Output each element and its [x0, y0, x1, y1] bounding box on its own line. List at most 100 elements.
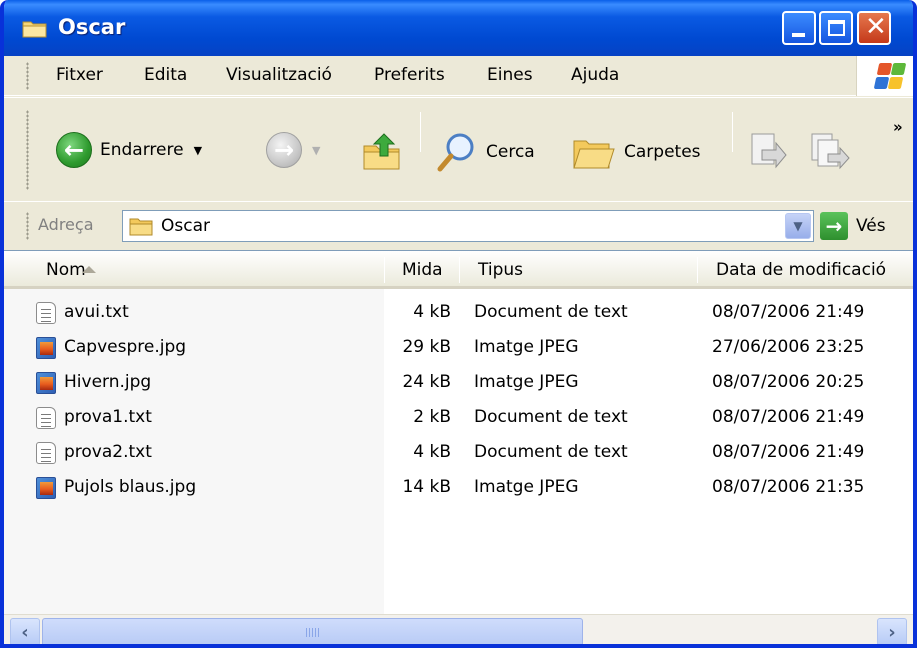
scrollbar-thumb[interactable]	[42, 618, 583, 644]
jpeg-image-icon	[36, 337, 56, 359]
file-size: 2 kB	[413, 407, 451, 427]
copy-to-icon[interactable]	[808, 130, 852, 172]
list-item[interactable]: Pujols blaus.jpg 14 kB Imatge JPEG 08/07…	[4, 471, 913, 504]
text-file-icon	[36, 407, 56, 429]
toolbar-separator	[732, 112, 733, 152]
go-button[interactable]: → Vés	[820, 212, 886, 240]
list-item[interactable]: prova1.txt 2 kB Document de text 08/07/2…	[4, 401, 913, 434]
file-size: 4 kB	[413, 302, 451, 322]
list-item[interactable]: Capvespre.jpg 29 kB Imatge JPEG 27/06/20…	[4, 331, 913, 364]
file-name: avui.txt	[64, 302, 129, 322]
file-size: 29 kB	[402, 337, 451, 357]
file-date: 08/07/2006 21:49	[712, 407, 865, 427]
address-label: Adreça	[38, 215, 94, 234]
horizontal-scrollbar[interactable]: ‹ ›	[4, 614, 913, 644]
go-label: Vés	[856, 216, 886, 236]
search-icon	[437, 133, 474, 172]
file-type: Imatge JPEG	[474, 337, 579, 357]
search-label: Cerca	[486, 142, 535, 162]
explorer-window: Oscar ✕ Fitxer Edita Visualització Prefe…	[0, 0, 917, 648]
menu-fitxer[interactable]: Fitxer	[56, 65, 103, 85]
file-type: Document de text	[474, 442, 628, 462]
file-name: Pujols blaus.jpg	[64, 477, 197, 497]
file-name: prova2.txt	[64, 442, 152, 462]
file-size: 4 kB	[413, 442, 451, 462]
address-dropdown-button[interactable]: ▼	[785, 213, 811, 239]
toolbar-grip[interactable]	[26, 110, 29, 190]
file-name: Capvespre.jpg	[64, 337, 187, 357]
menu-ajuda[interactable]: Ajuda	[571, 65, 619, 85]
close-button[interactable]: ✕	[857, 11, 891, 45]
forward-button[interactable]: → ▼	[266, 132, 320, 168]
minimize-button[interactable]	[782, 11, 816, 45]
file-name: prova1.txt	[64, 407, 152, 427]
folder-icon	[22, 21, 47, 38]
address-bar: Adreça Oscar ▼ → Vés	[4, 201, 913, 249]
folders-label: Carpetes	[624, 142, 701, 162]
file-date: 08/07/2006 21:35	[712, 477, 865, 497]
jpeg-image-icon	[36, 372, 56, 394]
address-input[interactable]: Oscar ▼	[122, 210, 814, 242]
back-arrow-icon: ←	[56, 132, 92, 168]
file-date: 08/07/2006 20:25	[712, 372, 865, 392]
list-item[interactable]: Hivern.jpg 24 kB Imatge JPEG 08/07/2006 …	[4, 366, 913, 399]
menu-preferits[interactable]: Preferits	[374, 65, 445, 85]
file-date: 08/07/2006 21:49	[712, 302, 865, 322]
address-value: Oscar	[161, 216, 210, 236]
minimize-icon	[792, 33, 805, 37]
maximize-button[interactable]	[819, 11, 853, 45]
folders-button[interactable]: Carpetes	[570, 131, 701, 173]
toolbar-separator	[420, 112, 421, 152]
file-type: Document de text	[474, 302, 628, 322]
column-divider[interactable]	[459, 257, 460, 283]
column-header-date[interactable]: Data de modificació	[716, 260, 886, 280]
file-size: 14 kB	[402, 477, 451, 497]
text-file-icon	[36, 442, 56, 464]
forward-arrow-icon: →	[266, 132, 302, 168]
file-type: Document de text	[474, 407, 628, 427]
address-grip[interactable]	[26, 212, 29, 240]
column-divider[interactable]	[384, 257, 385, 283]
menu-visualitzacio[interactable]: Visualització	[226, 65, 332, 85]
title-bar[interactable]: Oscar ✕	[4, 0, 913, 56]
list-item[interactable]: avui.txt 4 kB Document de text 08/07/200…	[4, 296, 913, 329]
file-list[interactable]: Nom Mida Tipus Data de modificació avui.…	[4, 250, 913, 615]
scroll-left-button[interactable]: ‹	[10, 618, 40, 644]
menu-eines[interactable]: Eines	[487, 65, 533, 85]
sort-ascending-icon	[82, 266, 96, 273]
windows-logo-icon	[856, 56, 913, 96]
list-header: Nom Mida Tipus Data de modificació	[4, 251, 913, 289]
menu-edita[interactable]: Edita	[144, 65, 187, 85]
up-folder-icon[interactable]	[360, 128, 406, 174]
file-date: 27/06/2006 23:25	[712, 337, 865, 357]
column-header-name[interactable]: Nom	[46, 260, 86, 280]
file-type: Imatge JPEG	[474, 477, 579, 497]
file-name: Hivern.jpg	[64, 372, 152, 392]
column-header-type[interactable]: Tipus	[478, 260, 523, 280]
file-date: 08/07/2006 21:49	[712, 442, 865, 462]
folders-icon	[573, 140, 615, 169]
move-to-icon[interactable]	[748, 130, 788, 172]
column-divider[interactable]	[697, 257, 698, 283]
column-header-size[interactable]: Mida	[402, 260, 443, 280]
folder-icon	[129, 218, 153, 236]
window-title: Oscar	[58, 15, 126, 39]
close-icon: ✕	[865, 12, 887, 42]
maximize-icon	[828, 20, 845, 36]
standard-toolbar: ← Endarrere ▼ → ▼ Cerca Carpetes »	[4, 97, 913, 202]
list-item[interactable]: prova2.txt 4 kB Document de text 08/07/2…	[4, 436, 913, 469]
back-button[interactable]: ← Endarrere ▼	[56, 132, 202, 168]
text-file-icon	[36, 302, 56, 324]
file-size: 24 kB	[402, 372, 451, 392]
menu-bar: Fitxer Edita Visualització Preferits Ein…	[4, 56, 913, 96]
search-button[interactable]: Cerca	[436, 131, 535, 173]
forward-dropdown-icon[interactable]: ▼	[312, 144, 320, 157]
jpeg-image-icon	[36, 477, 56, 499]
back-dropdown-icon[interactable]: ▼	[194, 144, 202, 157]
toolbar-more-chevron[interactable]: »	[893, 118, 903, 136]
go-arrow-icon: →	[820, 212, 848, 240]
scroll-right-button[interactable]: ›	[877, 618, 907, 644]
menu-grip[interactable]	[26, 62, 29, 90]
back-label: Endarrere	[100, 140, 184, 160]
file-type: Imatge JPEG	[474, 372, 579, 392]
